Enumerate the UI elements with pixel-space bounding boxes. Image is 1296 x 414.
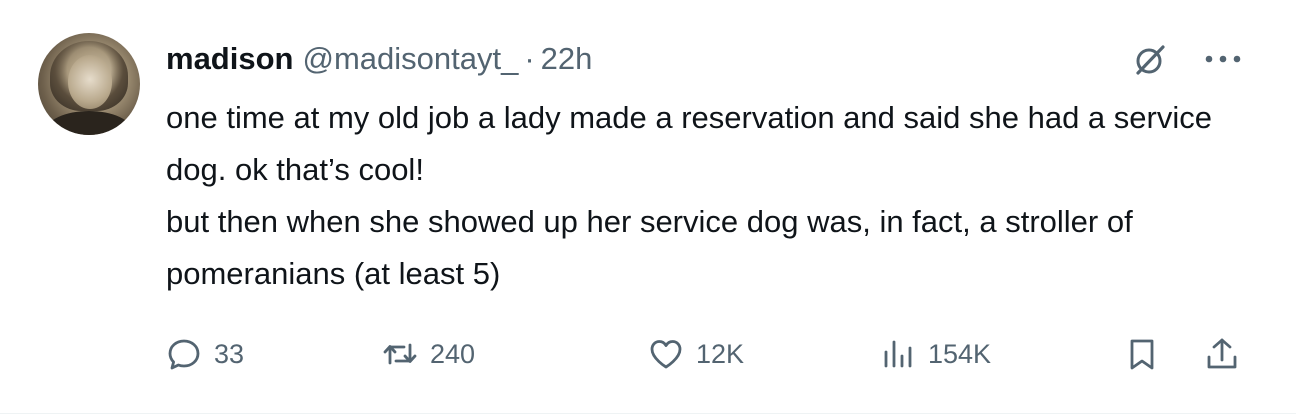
grok-icon[interactable] <box>1132 42 1168 78</box>
timestamp[interactable]: 22h <box>541 36 593 82</box>
more-icon[interactable] <box>1200 44 1246 74</box>
author-handle[interactable]: @madisontayt_ <box>302 36 518 82</box>
share-button[interactable] <box>1204 330 1240 378</box>
avatar-face <box>68 55 112 109</box>
tweet[interactable]: madison @madisontayt_ · 22h one time at … <box>0 0 1296 414</box>
view-count: 154K <box>928 338 992 369</box>
repost-count: 240 <box>430 338 476 369</box>
like-button[interactable]: 12K <box>648 330 744 378</box>
avatar-shoulders <box>46 111 132 135</box>
views-icon <box>884 340 912 368</box>
tweet-paragraph-2: but then when she showed up her service … <box>166 204 1133 291</box>
tweet-header: madison @madisontayt_ · 22h <box>166 36 592 82</box>
repost-button[interactable]: 240 <box>382 330 475 378</box>
views-button[interactable]: 154K <box>880 330 991 378</box>
repost-icon <box>383 343 417 365</box>
action-bar: 33 240 12K 154K <box>160 330 1260 378</box>
share-icon <box>1207 338 1237 369</box>
bookmark-icon <box>1130 339 1154 370</box>
tweet-paragraph-1: one time at my old job a lady made a res… <box>166 100 1212 187</box>
reply-count: 33 <box>214 338 245 369</box>
separator-dot: · <box>524 41 535 76</box>
reply-icon <box>168 339 200 370</box>
heart-icon <box>650 340 682 369</box>
bookmark-button[interactable] <box>1124 330 1160 378</box>
tweet-text: one time at my old job a lady made a res… <box>166 92 1256 300</box>
author-name[interactable]: madison <box>166 36 293 82</box>
like-count: 12K <box>696 338 745 369</box>
reply-button[interactable]: 33 <box>166 330 244 378</box>
avatar[interactable] <box>38 33 140 135</box>
